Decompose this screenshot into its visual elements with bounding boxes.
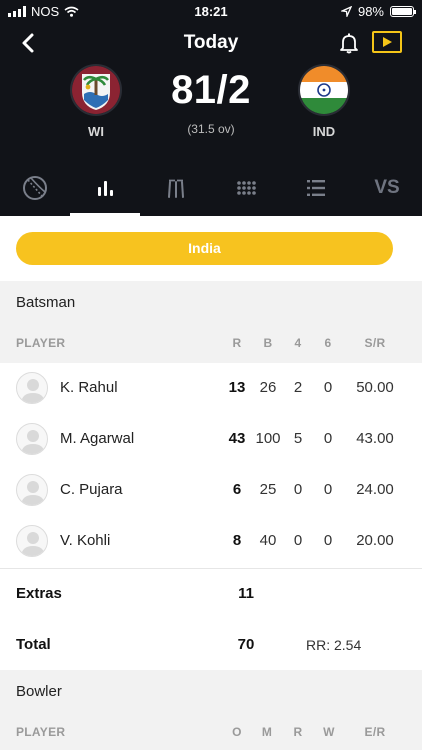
col-overs: O	[232, 725, 242, 739]
run-rate: RR: 2.54	[306, 637, 362, 653]
col-fours: 4	[294, 336, 302, 350]
play-icon	[383, 37, 392, 47]
fours: 2	[293, 379, 303, 396]
col-player: PLAYER	[16, 336, 66, 350]
col-balls: B	[263, 336, 273, 350]
avatar	[16, 423, 48, 455]
avatar	[16, 525, 48, 557]
tab-scorecard[interactable]	[70, 160, 140, 216]
battery-percent: 98%	[357, 4, 384, 19]
video-play-button[interactable]	[372, 31, 402, 53]
balls: 25	[259, 481, 277, 498]
tab-vs-label: VS	[374, 177, 400, 198]
extras-value: 11	[238, 585, 254, 602]
strike-rate: 50.00	[356, 379, 394, 396]
runs: 13	[228, 379, 246, 396]
runs: 8	[232, 532, 242, 549]
col-runs: R	[232, 336, 242, 350]
col-economy: E/R	[364, 725, 386, 739]
tab-vs[interactable]: VS	[352, 160, 422, 216]
batsman-row[interactable]: C. Pujara 6 25 0 0 24.00	[0, 465, 422, 516]
batsman-section-title: Batsman	[16, 294, 76, 311]
battery-icon	[390, 6, 416, 17]
dot-grid-icon	[237, 181, 256, 195]
battery-fill	[392, 8, 412, 15]
india-flag-icon	[298, 64, 350, 116]
sixes: 0	[323, 532, 333, 549]
player-name: V. Kohli	[60, 532, 111, 549]
away-team[interactable]: IND	[294, 64, 354, 139]
sixes: 0	[323, 379, 333, 396]
match-score: 81/2	[171, 68, 251, 112]
strike-rate: 20.00	[356, 532, 394, 549]
team-selector-button[interactable]: India	[16, 232, 393, 265]
col-runs: R	[293, 725, 303, 739]
balls: 26	[259, 379, 277, 396]
match-header: NOS 18:21 98% Today WI 81/2 (31.5 ov) IN…	[0, 0, 422, 216]
sixes: 0	[323, 481, 333, 498]
away-team-code: IND	[312, 124, 336, 139]
avatar	[16, 372, 48, 404]
wickets-icon	[168, 179, 184, 198]
bell-icon[interactable]	[338, 32, 360, 54]
sixes: 0	[323, 430, 333, 447]
runs: 6	[232, 481, 242, 498]
balls: 100	[255, 430, 281, 447]
fours: 5	[293, 430, 303, 447]
batsman-row[interactable]: K. Rahul 13 26 2 0 50.00	[0, 363, 422, 414]
tab-commentary[interactable]	[281, 160, 351, 216]
player-name: K. Rahul	[60, 379, 118, 396]
player-name: C. Pujara	[60, 481, 123, 498]
col-player: PLAYER	[16, 725, 66, 739]
col-strike-rate: S/R	[364, 336, 386, 350]
divider	[0, 568, 422, 569]
player-name: M. Agarwal	[60, 430, 135, 447]
location-arrow-icon	[340, 6, 352, 17]
tab-overs[interactable]	[211, 160, 281, 216]
total-value: 70	[237, 636, 255, 653]
scorecard-tabs: VS	[0, 160, 422, 216]
batsman-row[interactable]: M. Agarwal 43 100 5 0 43.00	[0, 414, 422, 465]
cricket-ball-icon	[23, 176, 47, 200]
col-maidens: M	[261, 725, 273, 739]
match-overs: (31.5 ov)	[187, 122, 235, 136]
tab-wickets[interactable]	[141, 160, 211, 216]
runs: 43	[228, 430, 246, 447]
balls: 40	[259, 532, 277, 549]
avatar	[16, 474, 48, 506]
bowler-section-title: Bowler	[16, 683, 62, 700]
fours: 0	[293, 532, 303, 549]
status-bar: NOS 18:21 98%	[0, 0, 422, 24]
fours: 0	[293, 481, 303, 498]
strike-rate: 24.00	[356, 481, 394, 498]
strike-rate: 43.00	[356, 430, 394, 447]
col-sixes: 6	[324, 336, 332, 350]
batsman-row[interactable]: V. Kohli 8 40 0 0 20.00	[0, 516, 422, 567]
tab-live[interactable]	[0, 160, 70, 216]
total-label: Total	[16, 636, 51, 653]
extras-label: Extras	[16, 585, 62, 602]
bar-chart-icon	[98, 181, 113, 196]
col-wickets: W	[323, 725, 335, 739]
numbered-list-icon	[307, 180, 325, 196]
batsman-section-header: Batsman PLAYER R B 4 6 S/R	[0, 281, 422, 363]
bowler-section-header: Bowler PLAYER O M R W E/R	[0, 670, 422, 750]
